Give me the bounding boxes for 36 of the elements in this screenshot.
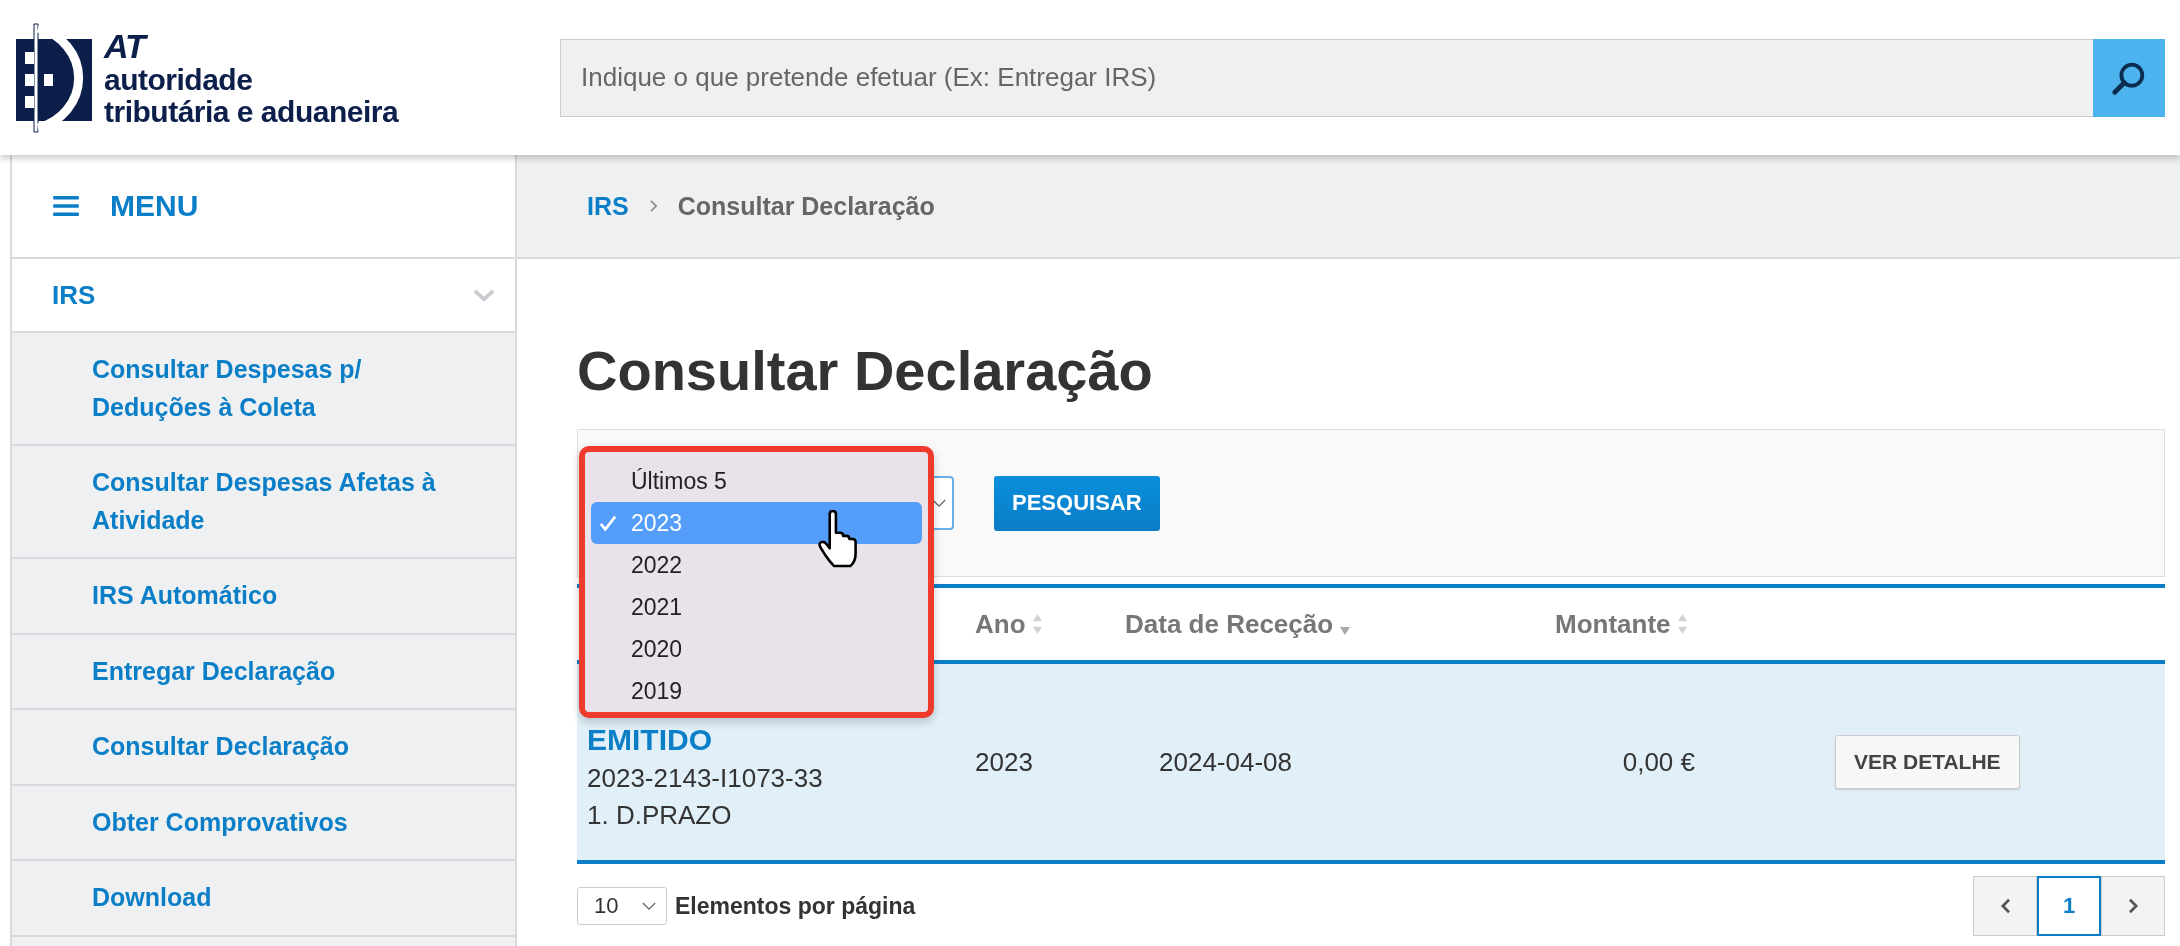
menu-item[interactable]: Consultar Declaração xyxy=(12,710,515,786)
dropdown-option[interactable]: Últimos 5 xyxy=(591,460,922,503)
column-header[interactable]: Data de Receção xyxy=(1125,608,1334,640)
dropdown-option[interactable]: 2020 xyxy=(591,628,922,671)
search-field[interactable]: Indique o que pretende efetuar (Ex: Entregar IRS) xyxy=(560,38,2093,117)
column-header[interactable]: Ano xyxy=(975,608,1026,640)
menu-item[interactable]: Consultar Despesas p/ Deduções à Coleta xyxy=(12,333,515,446)
dropdown-option[interactable]: 2021 xyxy=(591,586,922,629)
menu-item[interactable]: Entregar Declaração xyxy=(12,634,515,710)
page-button[interactable]: 1 xyxy=(2037,876,2101,937)
dropdown-option[interactable]: 2023 xyxy=(591,502,922,545)
menu-item[interactable]: Obter Comprovativos xyxy=(12,785,515,861)
menu-item[interactable]: Download xyxy=(12,861,515,937)
table-cell-text: 1. D.PRAZO xyxy=(587,800,733,832)
page-size-label: Elementos por página xyxy=(675,892,916,920)
menu-item[interactable]: Consultar Despesas Afetas à Atividade xyxy=(12,446,515,559)
menu-section[interactable]: IRS xyxy=(12,259,515,333)
logo-abbreviation: AT xyxy=(104,28,399,63)
menu-item[interactable]: IRS Automático xyxy=(12,559,515,635)
logo-name: tributária e aduaneira xyxy=(104,96,399,127)
breadcrumb-current: Consultar Declaração xyxy=(677,191,935,221)
detail-button[interactable]: VER DETALHE xyxy=(1835,735,2020,790)
table-cell: 0,00 € xyxy=(1622,746,1695,778)
table-cell: 2023 xyxy=(975,746,1033,778)
page-size-select[interactable]: 10 xyxy=(577,887,667,926)
status-label: EMITIDO xyxy=(587,723,713,758)
page-title: Consultar Declaração xyxy=(577,339,1154,404)
logo-name: autoridade xyxy=(104,64,254,95)
menu-button[interactable]: MENU xyxy=(12,155,515,259)
dropdown-option[interactable]: 2022 xyxy=(591,544,922,587)
table-cell-text: 2023-2143-I1073-33 xyxy=(587,763,824,795)
search-button[interactable]: PESQUISAR xyxy=(994,475,1160,531)
column-header[interactable]: Montante xyxy=(1555,608,1671,640)
dropdown-option[interactable]: 2019 xyxy=(591,670,922,713)
table-cell-text: 2024-04-08 xyxy=(1158,746,1292,778)
breadcrumb-link[interactable]: IRS xyxy=(587,191,629,221)
